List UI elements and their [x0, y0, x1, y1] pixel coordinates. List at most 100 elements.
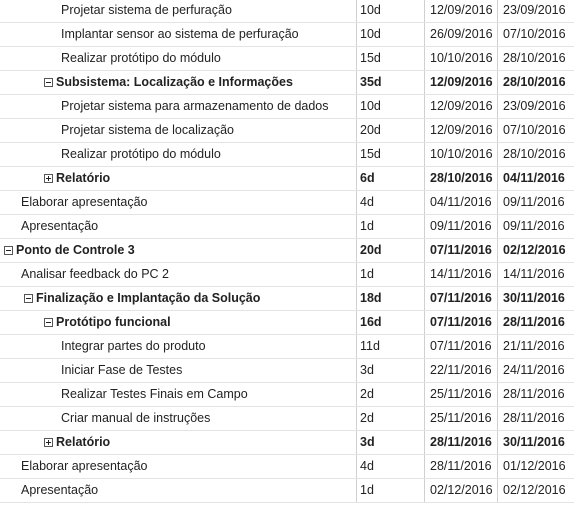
task-row[interactable]: Projetar sistema de localização 20d 12/09/… [0, 119, 574, 143]
end-date-cell[interactable]: 09/11/2016 [499, 191, 574, 214]
expand-icon[interactable] [44, 438, 53, 447]
end-date-cell[interactable]: 28/10/2016 [499, 47, 574, 70]
duration-cell[interactable]: 10d [357, 0, 425, 22]
task-row[interactable]: Projetar sistema de perfuração 10d 12/09/2… [0, 0, 574, 23]
end-date-cell[interactable]: 02/12/2016 [499, 479, 574, 502]
start-date-cell[interactable]: 12/09/2016 [426, 0, 498, 22]
end-date-cell[interactable]: 23/09/2016 [499, 0, 574, 22]
summary-task-row[interactable]: Subsistema: Localização e Informações 35d… [0, 71, 574, 95]
start-date-cell[interactable]: 07/11/2016 [426, 239, 498, 262]
start-date-cell[interactable]: 07/11/2016 [426, 287, 498, 310]
start-date-cell[interactable]: 09/11/2016 [426, 215, 498, 238]
task-name-cell[interactable]: Integrar partes do produto [0, 335, 357, 358]
task-row[interactable]: Realizar Testes Finais em Campo 2d 25/11/2… [0, 383, 574, 407]
expand-icon[interactable] [44, 174, 53, 183]
duration-cell[interactable]: 1d [357, 215, 425, 238]
duration-cell[interactable]: 4d [357, 455, 425, 478]
start-date-cell[interactable]: 25/11/2016 [426, 407, 498, 430]
duration-cell[interactable]: 1d [357, 479, 425, 502]
end-date-cell[interactable]: 28/11/2016 [499, 383, 574, 406]
task-row[interactable]: Elaborar apresentação 4d 04/11/2016 09/11/2… [0, 191, 574, 215]
task-name-cell[interactable]: Realizar protótipo do módulo [0, 47, 357, 70]
task-row[interactable]: Iniciar Fase de Testes 3d 22/11/2016 24/11/… [0, 359, 574, 383]
task-row[interactable]: Elaborar apresentação 4d 28/11/2016 01/12/2… [0, 455, 574, 479]
task-name-cell[interactable]: Realizar Testes Finais em Campo [0, 383, 357, 406]
start-date-cell[interactable]: 26/09/2016 [426, 23, 498, 46]
start-date-cell[interactable]: 28/11/2016 [426, 431, 498, 454]
collapse-icon[interactable] [44, 78, 53, 87]
task-row[interactable]: Analisar feedback do PC 2 1d 14/11/2016 14/… [0, 263, 574, 287]
duration-cell[interactable]: 3d [357, 431, 425, 454]
end-date-cell[interactable]: 04/11/2016 [499, 167, 574, 190]
end-date-cell[interactable]: 14/11/2016 [499, 263, 574, 286]
task-name-cell[interactable]: Criar manual de instruções [0, 407, 357, 430]
end-date-cell[interactable]: 21/11/2016 [499, 335, 574, 358]
start-date-cell[interactable]: 10/10/2016 [426, 143, 498, 166]
task-name-cell[interactable]: Implantar sensor ao sistema de perfuraçã… [0, 23, 357, 46]
start-date-cell[interactable]: 12/09/2016 [426, 95, 498, 118]
task-name-cell[interactable]: Realizar protótipo do módulo [0, 143, 357, 166]
task-name-cell[interactable]: Apresentação [0, 215, 357, 238]
start-date-cell[interactable]: 07/11/2016 [426, 335, 498, 358]
duration-cell[interactable]: 11d [357, 335, 425, 358]
start-date-cell[interactable]: 12/09/2016 [426, 71, 498, 94]
start-date-cell[interactable]: 10/10/2016 [426, 47, 498, 70]
duration-cell[interactable]: 18d [357, 287, 425, 310]
task-name-cell[interactable]: Finalização e Implantação da Solução [0, 287, 357, 310]
collapse-icon[interactable] [44, 318, 53, 327]
task-name-cell[interactable]: Relatório [0, 167, 357, 190]
task-row[interactable]: Projetar sistema para armazenamento de d… [0, 95, 574, 119]
end-date-cell[interactable]: 28/11/2016 [499, 407, 574, 430]
duration-cell[interactable]: 3d [357, 359, 425, 382]
task-name-cell[interactable]: Analisar feedback do PC 2 [0, 263, 357, 286]
end-date-cell[interactable]: 30/11/2016 [499, 287, 574, 310]
start-date-cell[interactable]: 04/11/2016 [426, 191, 498, 214]
task-row[interactable]: Realizar protótipo do módulo 15d 10/10/201… [0, 47, 574, 71]
duration-cell[interactable]: 15d [357, 47, 425, 70]
summary-task-row[interactable]: Relatório 3d 28/11/2016 30/11/2016 [0, 431, 574, 455]
task-name-cell[interactable]: Protótipo funcional [0, 311, 357, 334]
task-name-cell[interactable]: Apresentação [0, 479, 357, 502]
task-name-cell[interactable]: Projetar sistema de perfuração [0, 0, 357, 22]
end-date-cell[interactable]: 24/11/2016 [499, 359, 574, 382]
task-name-cell[interactable]: Subsistema: Localização e Informações [0, 71, 357, 94]
duration-cell[interactable]: 20d [357, 239, 425, 262]
end-date-cell[interactable]: 28/11/2016 [499, 311, 574, 334]
start-date-cell[interactable]: 14/11/2016 [426, 263, 498, 286]
start-date-cell[interactable]: 22/11/2016 [426, 359, 498, 382]
summary-task-row[interactable]: Relatório 6d 28/10/2016 04/11/2016 [0, 167, 574, 191]
task-name-cell[interactable]: Elaborar apresentação [0, 455, 357, 478]
end-date-cell[interactable]: 01/12/2016 [499, 455, 574, 478]
duration-cell[interactable]: 20d [357, 119, 425, 142]
duration-cell[interactable]: 2d [357, 407, 425, 430]
collapse-icon[interactable] [4, 246, 13, 255]
end-date-cell[interactable]: 30/11/2016 [499, 431, 574, 454]
task-name-cell[interactable]: Projetar sistema de localização [0, 119, 357, 142]
duration-cell[interactable]: 10d [357, 95, 425, 118]
summary-task-row[interactable]: Ponto de Controle 3 20d 07/11/2016 02/12/20… [0, 239, 574, 263]
duration-cell[interactable]: 35d [357, 71, 425, 94]
task-row[interactable]: Criar manual de instruções 2d 25/11/2016 28… [0, 407, 574, 431]
task-row[interactable]: Realizar protótipo do módulo 15d 10/10/201… [0, 143, 574, 167]
duration-cell[interactable]: 6d [357, 167, 425, 190]
collapse-icon[interactable] [24, 294, 33, 303]
start-date-cell[interactable]: 12/09/2016 [426, 119, 498, 142]
duration-cell[interactable]: 16d [357, 311, 425, 334]
end-date-cell[interactable]: 09/11/2016 [499, 215, 574, 238]
start-date-cell[interactable]: 28/10/2016 [426, 167, 498, 190]
end-date-cell[interactable]: 07/10/2016 [499, 23, 574, 46]
duration-cell[interactable]: 15d [357, 143, 425, 166]
duration-cell[interactable]: 2d [357, 383, 425, 406]
start-date-cell[interactable]: 28/11/2016 [426, 455, 498, 478]
task-row[interactable]: Apresentação 1d 02/12/2016 02/12/2016 [0, 479, 574, 503]
end-date-cell[interactable]: 28/10/2016 [499, 71, 574, 94]
task-name-cell[interactable]: Elaborar apresentação [0, 191, 357, 214]
task-name-cell[interactable]: Relatório [0, 431, 357, 454]
duration-cell[interactable]: 1d [357, 263, 425, 286]
task-name-cell[interactable]: Iniciar Fase de Testes [0, 359, 357, 382]
start-date-cell[interactable]: 02/12/2016 [426, 479, 498, 502]
task-name-cell[interactable]: Ponto de Controle 3 [0, 239, 357, 262]
start-date-cell[interactable]: 25/11/2016 [426, 383, 498, 406]
duration-cell[interactable]: 10d [357, 23, 425, 46]
task-row[interactable]: Integrar partes do produto 11d 07/11/2016 2… [0, 335, 574, 359]
